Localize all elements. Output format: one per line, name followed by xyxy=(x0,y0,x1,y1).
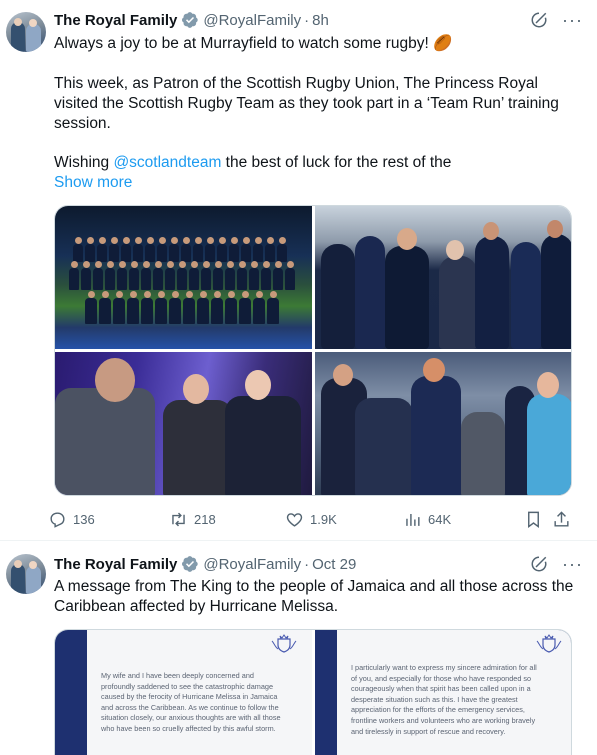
royal-crest-icon xyxy=(536,634,562,653)
tweet-text-line1: Always a joy to be at Murrayfield to wat… xyxy=(54,35,453,52)
handshake-photo[interactable] xyxy=(315,206,571,349)
reply-count: 136 xyxy=(73,511,95,527)
tweet-top-actions: ··· xyxy=(530,555,583,573)
tweet-text-wishing: Wishing @scotlandteam the best of luck f… xyxy=(54,153,584,173)
author-name[interactable]: The Royal Family xyxy=(54,12,177,29)
mention-link[interactable]: @scotlandteam xyxy=(113,154,221,171)
more-icon[interactable]: ··· xyxy=(562,555,583,573)
wishing-suffix: the best of luck for the rest of the xyxy=(221,154,452,171)
verified-badge-icon xyxy=(182,12,199,28)
more-icon[interactable]: ··· xyxy=(562,11,583,29)
letter-text-right: I particularly want to express my sincer… xyxy=(351,663,537,736)
share-button[interactable] xyxy=(552,510,571,529)
bookmark-icon xyxy=(528,511,539,528)
tweet-top-actions: ··· xyxy=(530,11,583,29)
tweet-header: The Royal Family @RoyalFamily · 8h xyxy=(54,10,329,30)
repost-icon xyxy=(172,512,185,526)
reply-button[interactable]: 136 xyxy=(48,510,95,529)
repost-count: 218 xyxy=(194,511,216,527)
tweet-text-paragraph: This week, as Patron of the Scottish Rug… xyxy=(54,75,559,132)
media-grid xyxy=(54,205,572,496)
tweet-actions-bar: 136 218 1.9K 64K xyxy=(48,508,578,530)
grok-icon[interactable] xyxy=(530,555,548,573)
tweet-header: The Royal Family @RoyalFamily · Oct 29 xyxy=(54,554,356,574)
letter-page-left[interactable]: My wife and I have been deeply concerned… xyxy=(55,630,312,755)
timestamp[interactable]: Oct 29 xyxy=(312,556,356,573)
media-grid: My wife and I have been deeply concerned… xyxy=(54,629,572,755)
tweet-text: A message from The King to the people of… xyxy=(54,578,574,615)
reply-icon xyxy=(50,511,65,528)
team-photo[interactable] xyxy=(55,206,312,349)
verified-badge-icon xyxy=(182,556,199,572)
author-handle[interactable]: @RoyalFamily xyxy=(203,12,301,29)
tweet[interactable]: The Royal Family @RoyalFamily · Oct 29 ·… xyxy=(0,541,597,755)
views-count: 64K xyxy=(428,511,452,527)
tweet[interactable]: The Royal Family @RoyalFamily · 8h ··· A… xyxy=(0,0,597,540)
views-button[interactable]: 64K xyxy=(403,510,451,529)
letter-text-left: My wife and I have been deeply concerned… xyxy=(101,671,281,733)
avatar[interactable] xyxy=(6,12,46,52)
separator: · xyxy=(304,555,310,573)
avatar[interactable] xyxy=(6,554,46,594)
repost-button[interactable]: 218 xyxy=(169,510,216,529)
like-icon xyxy=(286,512,303,527)
wishing-prefix: Wishing xyxy=(54,154,114,171)
separator: · xyxy=(304,11,310,29)
views-icon xyxy=(406,513,420,526)
timestamp[interactable]: 8h xyxy=(312,12,329,29)
reception-photo[interactable] xyxy=(55,352,312,495)
show-more-link[interactable]: Show more xyxy=(54,173,584,193)
like-count: 1.9K xyxy=(310,511,337,527)
letter-page-right[interactable]: I particularly want to express my sincer… xyxy=(315,630,571,755)
like-button[interactable]: 1.9K xyxy=(285,510,337,529)
grok-icon[interactable] xyxy=(530,11,548,29)
author-handle[interactable]: @RoyalFamily xyxy=(203,556,301,573)
meeting-photo[interactable] xyxy=(315,352,571,495)
royal-crest-icon xyxy=(271,634,297,653)
author-name[interactable]: The Royal Family xyxy=(54,556,177,573)
bookmark-button[interactable] xyxy=(524,510,543,529)
share-icon xyxy=(554,510,569,527)
